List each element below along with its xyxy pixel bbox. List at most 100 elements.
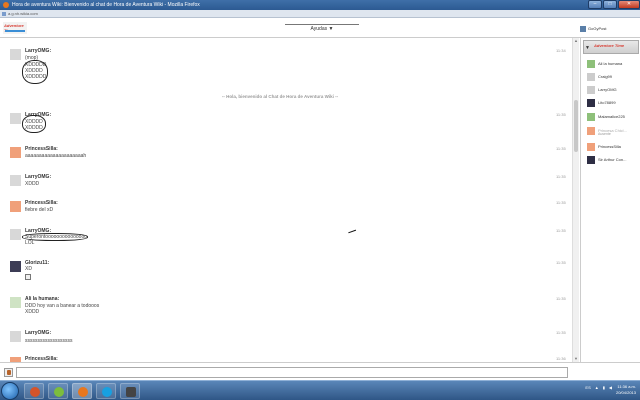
chat-message: LarryOMG: 11:35 XDDD: [10, 174, 570, 190]
start-button[interactable]: [1, 382, 19, 400]
scroll-thumb[interactable]: [574, 100, 578, 152]
maximize-button[interactable]: □: [603, 0, 617, 9]
help-dropdown[interactable]: Ayudas ▼: [285, 24, 359, 33]
user-avatar: [10, 113, 21, 124]
message-time: 11:35: [556, 260, 566, 265]
window-title: Hora de aventura Wiki: Bienvenido al cha…: [12, 2, 200, 8]
user-list-item[interactable]: Ali la humana: [587, 58, 639, 70]
windows-taskbar: ES ▲ ▮ ◀ 11:36 a.m. 20/04/2013: [0, 380, 640, 400]
user-list-item[interactable]: Craig99: [587, 71, 639, 83]
chat-message: LarryOMG: 11:34 (mop) XDDDDD XDDDD XDDDD…: [10, 48, 570, 88]
taskbar-app[interactable]: [48, 383, 68, 399]
current-user-avatar: [580, 25, 586, 32]
user-list-item[interactable]: Princesa Chicl... Ausente: [587, 125, 639, 137]
app-game-icon: [126, 387, 136, 397]
message-time: 11:35: [556, 200, 566, 205]
message-username[interactable]: LarryOMG:: [25, 48, 51, 54]
taskbar-app[interactable]: [24, 383, 44, 399]
user-avatar: [587, 143, 595, 151]
clock-date: 20/04/2013: [615, 390, 636, 395]
chat-log[interactable]: LarryOMG: 11:34 (mop) XDDDDD XDDDD XDDDD…: [0, 38, 572, 362]
message-line: fiebre del xD: [25, 207, 54, 213]
current-user[interactable]: GoGyPost: [580, 24, 606, 33]
taskbar-app-firefox[interactable]: [72, 383, 92, 399]
app-green-icon: [54, 387, 64, 397]
message-line: LOL: [25, 240, 35, 246]
system-tray: ES ▲ ▮ ◀: [585, 385, 612, 390]
user-list-item[interactable]: PrincessSilla: [587, 141, 639, 153]
user-avatar: [10, 229, 21, 240]
chat-message: Ali la humana: 11:35 DDD hoy van a banea…: [10, 296, 570, 318]
volume-icon[interactable]: ◀: [609, 385, 612, 390]
user-avatar: [587, 156, 595, 164]
firefox-icon: [3, 2, 9, 8]
drawn-circle: [22, 60, 48, 84]
user-avatar: [587, 113, 595, 121]
chat-message: LarryOMG: 11:35 XDDDD XDDDD: [10, 112, 570, 134]
message-username[interactable]: PrincessSilla:: [25, 200, 58, 206]
chat-scrollbar[interactable]: ▲ ▼: [572, 38, 579, 362]
user-list-item[interactable]: LarryOMG: [587, 84, 639, 96]
user-avatar: [10, 175, 21, 186]
message-line: aaaaaaaaaaaaaaaaaaaaah: [25, 153, 87, 159]
message-username[interactable]: Ali la humana:: [25, 296, 59, 302]
chat-message: LarryOMG: 11:35 Superontooooooooooooooo …: [10, 228, 570, 248]
message-time: 11:34: [556, 48, 566, 53]
drawn-circle: [22, 233, 88, 241]
user-avatar: [587, 99, 595, 107]
user-list-item[interactable]: Lito78899: [587, 97, 639, 109]
user-list-item[interactable]: Sir Arthur Con...: [587, 154, 639, 166]
broken-image-icon: [25, 274, 31, 280]
tray-arrow-icon[interactable]: ▲: [595, 385, 599, 390]
welcome-message: -- Hola, bienvenido al Chat de Hora de A…: [221, 94, 339, 99]
message-line: sssssssssssssssssss: [25, 338, 73, 344]
minimize-button[interactable]: –: [588, 0, 602, 9]
user-avatar: [587, 127, 595, 135]
my-avatar: [4, 368, 13, 377]
wiki-banner[interactable]: ▼ Adventure Time: [583, 40, 639, 54]
wiki-logo[interactable]: Adventure Time: [3, 22, 27, 34]
user-list-sidebar: ▼ Adventure Time Ali la humana Craig99 L…: [580, 38, 640, 362]
message-line: XD: [25, 266, 32, 272]
chat-message: PrincessSilla: 11:35 aaaaaaaaaaaaaaaaaaa…: [10, 146, 570, 162]
logo-underline: [5, 30, 25, 32]
drawn-circle: [22, 115, 46, 133]
taskbar-app[interactable]: [120, 383, 140, 399]
address-bar[interactable]: a.g.nh.wikia.com: [0, 10, 640, 18]
network-icon[interactable]: ▮: [603, 385, 605, 390]
close-button[interactable]: ✕: [618, 0, 640, 9]
user-avatar: [10, 297, 21, 308]
taskbar-app[interactable]: [96, 383, 116, 399]
message-time: 11:36: [556, 356, 566, 361]
scroll-up-icon[interactable]: ▲: [573, 38, 579, 44]
url-text: a.g.nh.wikia.com: [8, 11, 38, 16]
user-name: Ali la humana: [598, 61, 623, 66]
user-name: PrincessSilla: [598, 144, 621, 149]
current-user-name: GoGyPost: [588, 26, 607, 31]
message-username[interactable]: LarryOMG:: [25, 174, 51, 180]
user-avatar: [10, 49, 21, 60]
message-username[interactable]: LarryOMG:: [25, 330, 51, 336]
user-name: Lito78899: [598, 100, 616, 105]
message-time: 11:35: [556, 146, 566, 151]
app-orange-icon: [30, 387, 40, 397]
banner-logo-text: Adventure Time: [594, 43, 625, 48]
firefox-icon: [78, 387, 88, 397]
window-controls: – □ ✕: [587, 0, 640, 10]
chevron-down-icon: ▼: [585, 45, 590, 51]
user-name: LarryOMG: [598, 87, 617, 92]
message-username[interactable]: PrincessSilla:: [25, 146, 58, 152]
chat-message: Glorizu11: 11:35 XD: [10, 260, 570, 282]
message-line: XDDD: [25, 309, 40, 315]
chat-input-area: [0, 362, 640, 380]
user-avatar: [10, 147, 21, 158]
chat-message: LarryOMG: 11:35 sssssssssssssssssss: [10, 330, 570, 346]
clock[interactable]: 11:36 a.m. 20/04/2013: [616, 384, 636, 396]
language-indicator[interactable]: ES: [585, 385, 590, 390]
user-name: Craig99: [598, 74, 613, 79]
site-icon: [2, 12, 6, 16]
message-input[interactable]: [16, 367, 568, 378]
message-time: 11:35: [556, 174, 566, 179]
chat-message: PrincessSilla: 11:35 fiebre del xD: [10, 200, 570, 216]
user-list-item[interactable]: Malamalice225: [587, 111, 639, 123]
